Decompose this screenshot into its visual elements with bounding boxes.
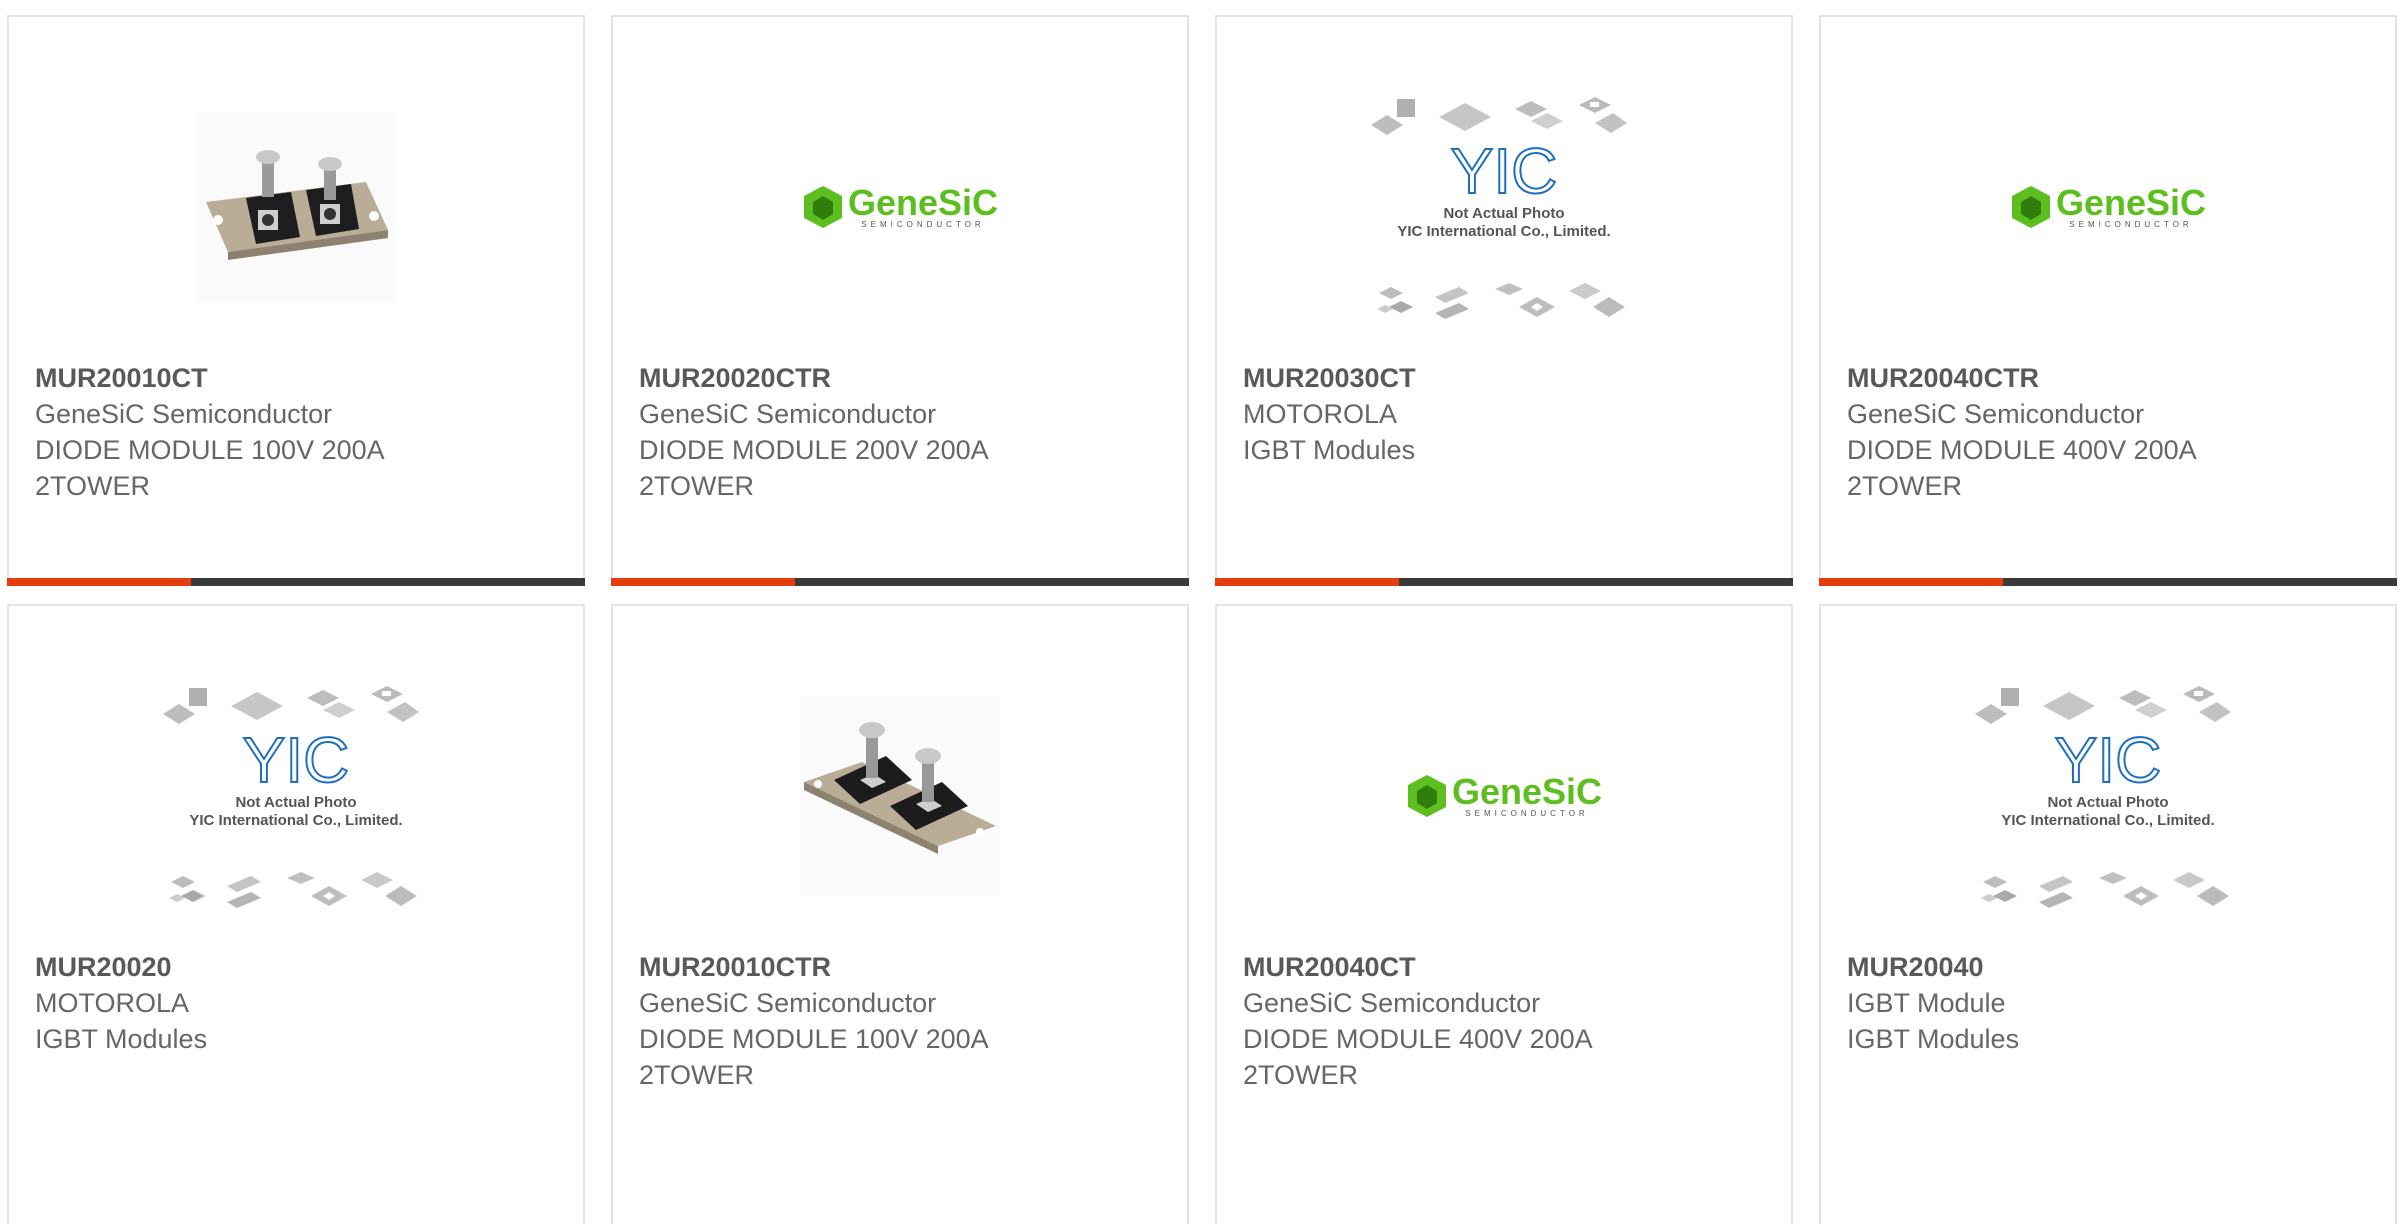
manufacturer: MOTOROLA [35,988,190,1018]
part-number[interactable]: MUR20010CTR [639,949,1167,985]
genesic-hex-icon [803,186,842,228]
chip-icons-bottom [1377,283,1625,319]
genesic-tagline: SEMICONDUCTOR [1465,808,1589,818]
product-image[interactable]: YIC Not Actual Photo YIC International C… [1821,636,2395,956]
genesic-hex-icon [2011,186,2050,228]
product-card[interactable]: MUR20010CTR GeneSiC Semiconductor DIODE … [611,604,1189,1224]
genesic-tagline: SEMICONDUCTOR [861,219,985,229]
genesic-hex-icon [1407,775,1446,817]
diode-module-photo [196,112,396,302]
product-image[interactable]: GeneSiC SEMICONDUCTOR [613,47,1187,367]
card-bottom-bar [1819,578,2397,586]
description: IGBT Modules [35,1024,208,1054]
product-card[interactable]: YIC Not Actual Photo YIC International C… [7,604,585,1224]
yic-line1: Not Actual Photo [235,794,357,811]
genesic-logo: GeneSiC SEMICONDUCTOR [2010,184,2206,230]
manufacturer: GeneSiC Semiconductor [1847,399,2145,429]
yic-mark: YIC [242,724,351,796]
part-number[interactable]: MUR20030CT [1243,360,1771,396]
product-card[interactable]: YIC Not Actual Photo YIC International C… [1215,15,1793,586]
genesic-name: GeneSiC [847,181,999,223]
genesic-name: GeneSiC [1451,770,1603,812]
chip-icons-bottom [169,872,417,908]
manufacturer: IGBT Module [1847,988,2006,1018]
description: DIODE MODULE 200V 200A 2TOWER [639,435,988,501]
card-accent-bar [1215,578,1399,586]
part-number[interactable]: MUR20020 [35,949,563,985]
product-grid: MUR20010CT GeneSiC Semiconductor DIODE M… [0,0,2400,1224]
genesic-logo: GeneSiC SEMICONDUCTOR [802,184,998,230]
chip-icons-bottom [1981,872,2229,908]
product-card[interactable]: GeneSiC SEMICONDUCTOR MUR20020CTR GeneSi… [611,15,1189,586]
diode-module-photo [800,696,1000,896]
card-accent-bar [1819,578,2003,586]
product-image[interactable] [9,47,583,367]
product-image[interactable]: GeneSiC SEMICONDUCTOR [1821,47,2395,367]
genesic-tagline: SEMICONDUCTOR [2069,219,2193,229]
genesic-logo: GeneSiC SEMICONDUCTOR [1406,773,1602,819]
part-number[interactable]: MUR20040 [1847,949,2375,985]
part-number[interactable]: MUR20040CT [1243,949,1771,985]
description: DIODE MODULE 100V 200A 2TOWER [639,1024,988,1090]
yic-line2: YIC International Co., Limited. [2001,812,2215,829]
manufacturer: GeneSiC Semiconductor [639,988,937,1018]
manufacturer: GeneSiC Semiconductor [1243,988,1541,1018]
description: IGBT Modules [1243,435,1416,465]
yic-placeholder: YIC Not Actual Photo YIC International C… [1973,676,2243,916]
yic-mark: YIC [2054,724,2163,796]
yic-line1: Not Actual Photo [2047,794,2169,811]
description: DIODE MODULE 400V 200A 2TOWER [1243,1024,1592,1090]
yic-line1: Not Actual Photo [1443,205,1565,222]
product-card[interactable]: GeneSiC SEMICONDUCTOR MUR20040CT GeneSiC… [1215,604,1793,1224]
part-number[interactable]: MUR20020CTR [639,360,1167,396]
product-image[interactable] [613,636,1187,956]
part-number[interactable]: MUR20040CTR [1847,360,2375,396]
product-card[interactable]: GeneSiC SEMICONDUCTOR MUR20040CTR GeneSi… [1819,15,2397,586]
card-bottom-bar [1215,578,1793,586]
product-card[interactable]: MUR20010CT GeneSiC Semiconductor DIODE M… [7,15,585,586]
product-image[interactable]: YIC Not Actual Photo YIC International C… [1217,47,1791,367]
card-accent-bar [611,578,795,586]
manufacturer: GeneSiC Semiconductor [639,399,937,429]
description: DIODE MODULE 400V 200A 2TOWER [1847,435,2196,501]
genesic-name: GeneSiC [2055,181,2207,223]
manufacturer: MOTOROLA [1243,399,1398,429]
yic-placeholder: YIC Not Actual Photo YIC International C… [161,676,431,916]
card-accent-bar [7,578,191,586]
manufacturer: GeneSiC Semiconductor [35,399,333,429]
card-bottom-bar [611,578,1189,586]
card-bottom-bar [7,578,585,586]
product-card[interactable]: YIC Not Actual Photo YIC International C… [1819,604,2397,1224]
description: DIODE MODULE 100V 200A 2TOWER [35,435,384,501]
description: IGBT Modules [1847,1024,2020,1054]
yic-mark: YIC [1450,135,1559,207]
yic-line2: YIC International Co., Limited. [1397,223,1611,240]
yic-line2: YIC International Co., Limited. [189,812,403,829]
product-image[interactable]: YIC Not Actual Photo YIC International C… [9,636,583,956]
product-image[interactable]: GeneSiC SEMICONDUCTOR [1217,636,1791,956]
part-number[interactable]: MUR20010CT [35,360,563,396]
yic-placeholder: YIC Not Actual Photo YIC International C… [1369,87,1639,327]
